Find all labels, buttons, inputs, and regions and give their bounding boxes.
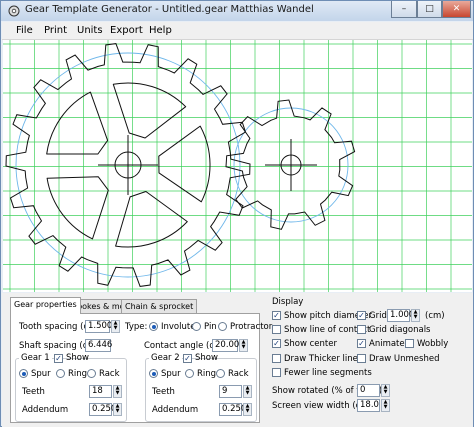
grid-label: Grid [369,311,387,321]
grid-checkbox[interactable]: ✓ [357,311,366,320]
grid-diagonals-checkbox[interactable] [357,325,366,334]
tooth-spacing-input[interactable]: 1.500 [85,320,112,333]
menu-units[interactable]: Units [77,25,103,36]
display-title: Display [272,297,304,307]
gear-drawing[interactable] [3,40,472,292]
contact-angle-spinner[interactable]: ▲ ▼ [239,339,248,352]
gear1-addendum-spinner[interactable]: ▲ ▼ [113,403,122,416]
menu-print[interactable]: Print [44,25,67,36]
show-center-label: Show center [284,339,337,349]
gear2-ring-radio[interactable] [185,369,194,378]
gear1-teeth-label: Teeth [22,387,45,397]
gear1-rack-label: Rack [99,369,120,379]
gear2-rack-radio[interactable] [216,369,225,378]
gear1-spoke-cutout [46,91,109,155]
gear1-show-checkbox[interactable]: ✓ [54,354,63,363]
minimize-button[interactable]: – [391,1,417,18]
grid-diagonals-label: Grid diagonals [369,325,431,335]
menu-bar: File Print Units Export Help [2,22,473,40]
tooth-spacing-spinner[interactable]: ▲ ▼ [111,320,120,333]
gear1-spoke-cutout [112,82,187,139]
wobbly-checkbox[interactable] [405,339,414,348]
gear1-show-label: Show [66,353,89,363]
gear1-spoke-cutout [46,176,109,240]
draw-unmeshed-label: Draw Unmeshed [369,354,440,364]
gear2-addendum-label: Addendum [152,405,199,415]
gear-canvas[interactable] [3,40,472,292]
gear2-teeth-input[interactable]: 9 [219,385,242,398]
tab-gear-properties[interactable]: Gear properties [10,297,81,314]
draw-unmeshed-checkbox[interactable] [357,354,366,363]
draw-thicker-lines-checkbox[interactable] [272,354,281,363]
show-pitch-diameter-checkbox[interactable]: ✓ [272,311,281,320]
type-label: Type: [125,322,148,332]
gear2-addendum-spinner[interactable]: ▲ ▼ [243,403,252,416]
fewer-line-segments-checkbox[interactable] [272,368,281,377]
gear2-teeth-label: Teeth [152,387,175,397]
gear2-rack-label: Rack [228,369,249,379]
display-section: Display ✓ Show pitch diameter ✓ Grid 1.0… [264,297,470,423]
grid-size-spinner[interactable]: ▲ ▼ [411,309,420,322]
grid-size-input[interactable]: 1.000 [387,309,414,322]
gear2-show-label: Show [195,353,218,363]
maximize-button[interactable]: □ [417,1,442,18]
window-title: Gear Template Generator - Untitled.gear … [25,4,314,15]
animate-checkbox[interactable]: ✓ [357,339,366,348]
gear1-spoke-cutout [115,191,188,248]
gear1-ring-radio[interactable] [56,369,65,378]
title-bar[interactable]: Gear Template Generator - Untitled.gear … [1,1,473,21]
menu-file[interactable]: File [16,25,33,36]
gear2-title: Gear 2 [149,353,182,363]
show-line-of-contact-checkbox[interactable] [272,325,281,334]
app-window: Gear Template Generator - Untitled.gear … [0,0,474,427]
gear2-spur-radio[interactable] [149,369,158,378]
type-involute-radio[interactable] [149,322,158,331]
animate-label: Animate [369,339,405,349]
type-involute-label: Involute [161,322,196,332]
gear1-spur-label: Spur [31,369,51,379]
screen-view-width-input[interactable]: 18.0 [357,399,380,412]
gear-properties-page: Tooth spacing (cm) 1.500 ▲ ▼ Type: Involu… [10,313,272,423]
shaft-spacing-input[interactable]: 6.446 [85,339,112,352]
gear1-spoke-cutout [158,125,211,203]
gear1-title: Gear 1 [19,353,52,363]
gear2-ring-label: Ring [197,369,217,379]
gear2-teeth-spinner[interactable]: ▲ ▼ [243,385,252,398]
contact-angle-input[interactable]: 20.00 [212,339,239,352]
show-rotated-spinner[interactable]: ▲ ▼ [381,384,390,397]
screen-view-width-spinner[interactable]: ▲ ▼ [381,399,390,412]
gear2-spur-label: Spur [161,369,181,379]
gear2-show-checkbox[interactable]: ✓ [183,354,192,363]
show-center-checkbox[interactable]: ✓ [272,339,281,348]
draw-thicker-lines-label: Draw Thicker lines [284,354,363,364]
tab-chain-sprocket[interactable]: Chain & sprocket [121,299,198,314]
gear1-teeth-input[interactable]: 18 [89,385,112,398]
wobbly-label: Wobbly [417,339,449,349]
menu-help[interactable]: Help [149,25,172,36]
settings-panel: Gear properties Spokes & more Chain & sp… [2,293,473,427]
type-pin-label: Pin [204,322,217,332]
type-pin-radio[interactable] [192,322,201,331]
type-protractor-radio[interactable] [218,322,227,331]
gear1-rack-radio[interactable] [87,369,96,378]
show-rotated-input[interactable]: 0 [357,384,380,397]
fewer-line-segments-label: Fewer line segments [284,368,372,378]
gear-app-icon [8,5,20,17]
menu-export[interactable]: Export [110,25,143,36]
gear1-addendum-input[interactable]: 0.250 [89,403,116,416]
gear1-spur-radio[interactable] [19,369,28,378]
gear1-addendum-label: Addendum [22,405,69,415]
close-button[interactable]: ✕ [442,1,471,18]
gear1-ring-label: Ring [68,369,88,379]
gear1-teeth-spinner[interactable]: ▲ ▼ [113,385,122,398]
gear2-addendum-input[interactable]: 0.250 [219,403,246,416]
grid-unit-label: (cm) [425,311,445,321]
